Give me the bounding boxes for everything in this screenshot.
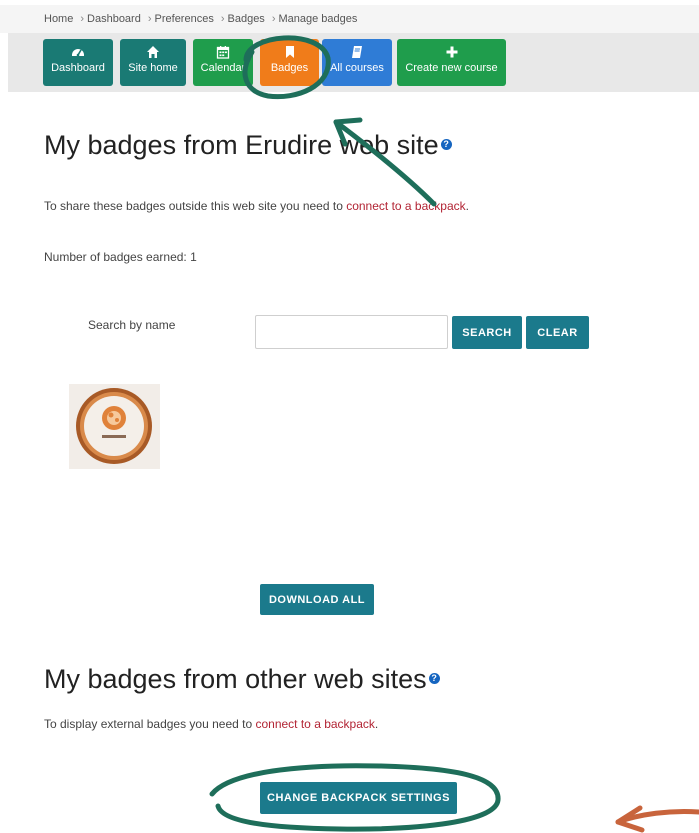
page-title-text: My badges from Erudire web site bbox=[44, 130, 439, 160]
breadcrumb-separator: › bbox=[147, 13, 152, 25]
book-icon bbox=[352, 46, 362, 58]
nav-site-home-button[interactable]: Site home bbox=[120, 39, 186, 86]
annotation-orange-arrow bbox=[615, 809, 699, 825]
breadcrumb-preferences[interactable]: Preferences bbox=[155, 13, 214, 25]
breadcrumb-separator: › bbox=[80, 13, 85, 25]
search-button[interactable]: SEARCH bbox=[452, 316, 522, 349]
share-end: . bbox=[465, 199, 469, 213]
download-all-button[interactable]: DOWNLOAD ALL bbox=[260, 584, 374, 615]
bookmark-icon bbox=[285, 46, 294, 58]
badge-icon bbox=[76, 388, 152, 464]
breadcrumb-home[interactable]: Home bbox=[44, 13, 73, 25]
badge-thumbnail[interactable] bbox=[69, 384, 160, 469]
nav-label: Site home bbox=[128, 62, 178, 74]
nav-label: All courses bbox=[330, 62, 384, 74]
nav-create-new-course-button[interactable]: Create new course bbox=[397, 39, 506, 86]
external-badges-title: My badges from other web sites? bbox=[44, 664, 440, 695]
external-title-text: My badges from other web sites bbox=[44, 664, 427, 694]
nav-dashboard-button[interactable]: Dashboard bbox=[43, 39, 113, 86]
breadcrumb-manage-badges: Manage badges bbox=[278, 13, 358, 25]
external-info-text: To display external badges you need to c… bbox=[44, 717, 378, 731]
connect-backpack-link[interactable]: connect to a backpack bbox=[255, 717, 374, 731]
breadcrumb: Home › Dashboard › Preferences › Badges › Manage… bbox=[0, 5, 699, 33]
help-icon[interactable]: ? bbox=[440, 139, 452, 151]
breadcrumb-dashboard[interactable]: Dashboard bbox=[87, 13, 141, 25]
breadcrumb-separator: › bbox=[271, 13, 276, 25]
change-backpack-settings-button[interactable]: CHANGE BACKPACK SETTINGS bbox=[260, 782, 457, 814]
home-icon bbox=[147, 46, 159, 58]
share-text: To share these badges outside this web s… bbox=[44, 199, 347, 213]
nav-all-courses-button[interactable]: All courses bbox=[322, 39, 392, 86]
display-end: . bbox=[374, 717, 379, 731]
page-title: My badges from Erudire web site? bbox=[44, 130, 452, 161]
breadcrumb-separator: › bbox=[220, 13, 225, 25]
badges-earned-count: Number of badges earned: 1 bbox=[44, 250, 197, 264]
annotation-orange-arrowhead bbox=[615, 805, 645, 833]
nav-bar: Dashboard Site home Calendar Badges All … bbox=[8, 33, 699, 92]
connect-backpack-link[interactable]: connect to a backpack bbox=[346, 199, 465, 213]
nav-label: Calendar bbox=[200, 62, 246, 74]
nav-calendar-button[interactable]: Calendar bbox=[193, 39, 253, 86]
search-label: Search by name bbox=[88, 318, 176, 332]
plus-icon bbox=[446, 46, 457, 58]
share-info-text: To share these badges outside this web s… bbox=[44, 199, 469, 213]
nav-badges-button[interactable]: Badges bbox=[260, 39, 319, 86]
help-icon[interactable]: ? bbox=[428, 673, 440, 685]
search-input[interactable] bbox=[255, 315, 448, 349]
display-text: To display external badges you need to bbox=[44, 717, 256, 731]
clear-button[interactable]: CLEAR bbox=[526, 316, 589, 349]
nav-label: Dashboard bbox=[51, 62, 105, 74]
breadcrumb-badges[interactable]: Badges bbox=[228, 13, 265, 25]
nav-label: Badges bbox=[270, 62, 309, 74]
dashboard-icon bbox=[72, 49, 84, 57]
nav-label: Create new course bbox=[405, 62, 498, 74]
calendar-icon bbox=[216, 46, 230, 59]
